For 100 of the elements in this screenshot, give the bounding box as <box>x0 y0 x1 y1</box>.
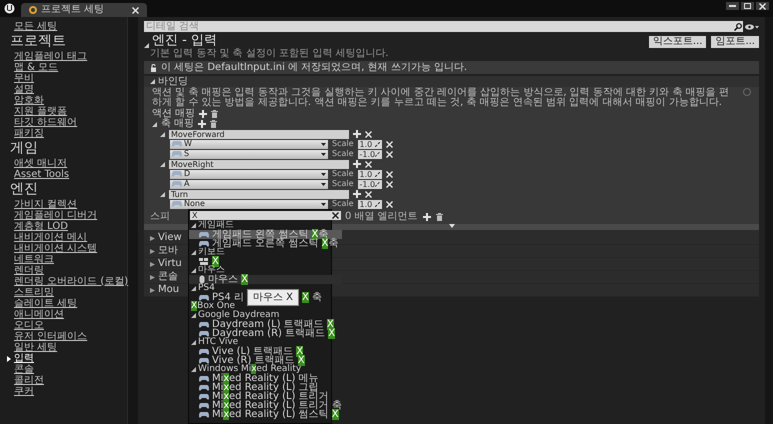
category-header[interactable]: Google Daydream <box>189 311 342 320</box>
collapse-arrow-icon[interactable] <box>160 162 165 166</box>
sidebar-link[interactable]: 유저 인터페이스 <box>6 331 128 342</box>
category-header[interactable]: HTC Vive <box>189 338 342 347</box>
delete-icon[interactable] <box>386 150 393 158</box>
expand-arrow-icon[interactable] <box>191 286 196 291</box>
eye-icon[interactable] <box>745 24 759 30</box>
settings-tab[interactable]: 프로젝트 세팅 <box>21 3 147 17</box>
collapse-arrow-icon[interactable] <box>144 43 149 48</box>
sidebar-link[interactable]: 입력 <box>6 353 128 364</box>
sidebar-link[interactable]: 게임플레이 디버거 <box>6 210 128 221</box>
action-button[interactable]: 임포트... <box>711 36 759 48</box>
sidebar-link[interactable]: 스트리밍 <box>6 287 128 298</box>
sidebar-link[interactable]: 암호화 <box>6 95 128 106</box>
section-header[interactable]: Virtu <box>158 259 182 269</box>
key-option[interactable]: 게임패드 오른쪽 썸스틱 X축 <box>189 239 342 248</box>
sidebar-link[interactable]: 게임플레이 태그 <box>6 51 128 62</box>
scale-field[interactable]: -1.0 <box>358 180 382 188</box>
axis-name-field[interactable]: MoveRight <box>169 160 349 168</box>
search-field[interactable]: 디테일 검색 <box>144 21 743 32</box>
sidebar-link[interactable]: 가비지 컬렉션 <box>6 199 128 210</box>
sidebar-link[interactable]: Asset Tools <box>6 169 128 180</box>
scale-field[interactable]: 1.0 <box>358 140 382 148</box>
key-dropdown[interactable]: W <box>170 140 328 148</box>
category-header[interactable]: 마우스 <box>189 266 342 275</box>
action-button[interactable]: 익스포트... <box>648 36 706 48</box>
expand-arrow-icon[interactable] <box>191 268 196 273</box>
category-header[interactable]: 키보드 <box>189 248 342 257</box>
expand-arrow-icon[interactable] <box>150 236 155 240</box>
key-dropdown[interactable]: None <box>170 200 328 208</box>
collapse-arrow-icon[interactable] <box>150 79 155 84</box>
scale-field[interactable]: -1.0 <box>358 150 382 158</box>
key-dropdown[interactable]: S <box>170 150 328 158</box>
trash-icon[interactable] <box>436 212 443 220</box>
delete-icon[interactable] <box>386 170 393 178</box>
expand-arrow-icon[interactable] <box>191 340 196 345</box>
expand-arrow-icon[interactable] <box>191 250 196 255</box>
expand-arrow-icon[interactable] <box>150 262 155 266</box>
sidebar-link[interactable]: 지원 플랫폼 <box>6 106 128 117</box>
sidebar-link[interactable]: 계층형 LOD <box>6 221 128 232</box>
close-icon[interactable] <box>132 6 139 14</box>
sidebar-link[interactable]: 애니메이션 <box>6 309 128 320</box>
axis-name-field[interactable]: MoveForward <box>169 130 349 138</box>
minimize-button[interactable] <box>726 2 739 10</box>
section-header[interactable]: Mou <box>158 285 180 295</box>
add-icon[interactable] <box>199 110 208 118</box>
expand-arrow-icon[interactable] <box>448 224 454 228</box>
collapse-arrow-icon[interactable] <box>160 192 165 196</box>
sidebar-link[interactable]: 쿠커 <box>6 386 128 397</box>
sidebar-link[interactable]: 패키징 <box>6 128 128 139</box>
add-icon[interactable] <box>198 120 206 128</box>
sidebar-link[interactable]: 내비게이션 메시 <box>6 232 128 243</box>
delete-icon[interactable] <box>386 140 393 148</box>
sidebar-link[interactable]: 일반 세팅 <box>6 342 128 353</box>
sidebar-link[interactable]: 무비 <box>6 73 128 84</box>
sidebar-link[interactable]: 네트워크 <box>6 254 128 265</box>
key-option[interactable]: 게임패드 왼쪽 썸스틱 X축 <box>189 230 342 239</box>
add-icon[interactable] <box>353 190 361 198</box>
delete-icon[interactable] <box>365 190 372 198</box>
section-header[interactable]: View <box>158 233 182 243</box>
expand-arrow-icon[interactable] <box>191 313 196 318</box>
sidebar-link[interactable]: 오디오 <box>6 320 128 331</box>
key-option[interactable]: Daydream (L) 트랙패드 X <box>189 320 342 329</box>
section-header[interactable]: 바인딩 <box>144 76 759 87</box>
sidebar-link[interactable]: 콘솔 <box>6 364 128 375</box>
delete-icon[interactable] <box>365 130 372 138</box>
sidebar-link[interactable]: 설명 <box>6 84 128 95</box>
expand-arrow-icon[interactable] <box>191 223 196 228</box>
expand-arrow-icon[interactable] <box>150 288 155 292</box>
sidebar-link[interactable]: 슬레이트 세팅 <box>6 298 128 309</box>
category-header[interactable]: 게임패드 <box>189 221 342 230</box>
sidebar-link[interactable]: 맵 & 모드 <box>6 62 128 73</box>
scale-field[interactable]: 1.0 <box>358 170 382 178</box>
expand-arrow-icon[interactable] <box>150 274 155 280</box>
key-dropdown[interactable]: D <box>170 170 328 178</box>
clear-icon[interactable] <box>332 212 339 219</box>
key-option[interactable]: Vive (L) 트랙패드 X <box>189 347 342 356</box>
scale-field[interactable]: 1.0 <box>358 200 382 208</box>
sidebar-link[interactable]: 애셋 매니저 <box>6 158 128 169</box>
close-button[interactable] <box>756 2 769 10</box>
add-icon[interactable] <box>353 130 361 138</box>
key-dropdown[interactable]: A <box>170 180 328 188</box>
key-option[interactable]: 마우스 X <box>189 275 342 284</box>
trash-icon[interactable] <box>210 120 218 128</box>
section-header[interactable]: 콘솔 <box>158 272 178 282</box>
sidebar-link[interactable]: 타깃 하드웨어 <box>6 117 128 128</box>
key-search-field[interactable]: X <box>190 211 341 220</box>
delete-icon[interactable] <box>386 180 393 188</box>
trash-icon[interactable] <box>211 110 218 118</box>
section-header[interactable]: 모바 <box>158 246 178 256</box>
key-option[interactable]: X <box>189 257 342 266</box>
expand-arrow-icon[interactable] <box>150 248 155 254</box>
maximize-button[interactable] <box>741 2 754 10</box>
sidebar-link[interactable]: 렌더링 오버라이드 (로컬) <box>6 276 128 287</box>
close-icon[interactable] <box>759 2 766 10</box>
delete-icon[interactable] <box>386 200 393 208</box>
key-option[interactable]: Mixed Reality (L) 썸스틱 X <box>189 410 342 419</box>
add-icon[interactable] <box>422 212 431 220</box>
expand-arrow-icon[interactable] <box>191 367 196 372</box>
sidebar-link[interactable]: 모든 세팅 <box>6 21 128 32</box>
